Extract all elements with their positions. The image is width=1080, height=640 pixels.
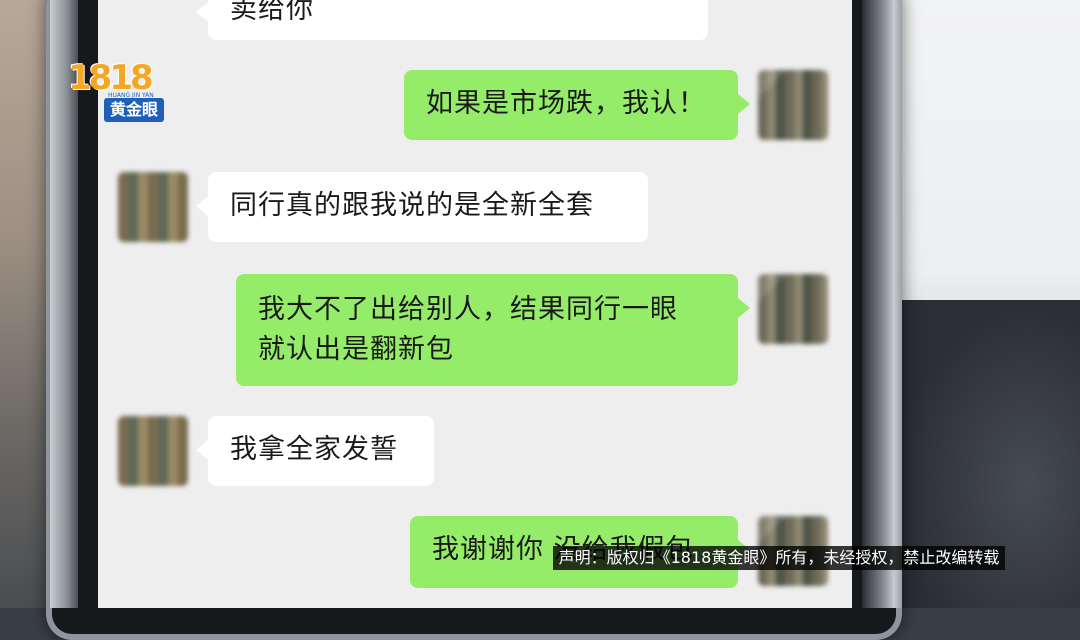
message-bubble[interactable]: 同行真的跟我说的是全新全套 xyxy=(196,172,648,242)
contact-avatar[interactable] xyxy=(118,172,188,242)
message-bubble[interactable]: 我拿全家发誓 xyxy=(196,416,434,486)
message-bubble[interactable]: 卖给你 xyxy=(196,0,708,40)
contact-avatar[interactable] xyxy=(118,416,188,486)
message-text: 如果是市场跌，我认！ xyxy=(426,88,706,119)
message-text-line: 就认出是翻新包 xyxy=(258,334,454,365)
channel-logo: 1818 HUANG JIN YAN 黄金眼 xyxy=(68,58,164,124)
message-bubble[interactable]: 如果是市场跌，我认！ xyxy=(404,70,750,140)
message-text: 我拿全家发誓 xyxy=(230,434,398,465)
self-avatar[interactable] xyxy=(758,274,828,344)
chat-screen[interactable]: 卖给你 如果是市场跌，我认！ 同行真的跟我说的是全新全套 我大不了出给别人，结果… xyxy=(98,0,852,608)
message-bubble[interactable]: 我大不了出给别人，结果同行一眼 就认出是翻新包 xyxy=(236,274,750,386)
message-text: 同行真的跟我说的是全新全套 xyxy=(230,190,594,221)
phone-frame-right xyxy=(862,0,902,608)
copyright-disclaimer: 声明：版权归《1818黄金眼》所有，未经授权，禁止改编转载 xyxy=(553,546,1005,570)
self-avatar[interactable] xyxy=(758,70,828,140)
message-text: 卖给你 xyxy=(230,0,314,25)
logo-badge: 黄金眼 xyxy=(104,98,164,122)
message-text-line: 我大不了出给别人，结果同行一眼 xyxy=(258,294,678,325)
